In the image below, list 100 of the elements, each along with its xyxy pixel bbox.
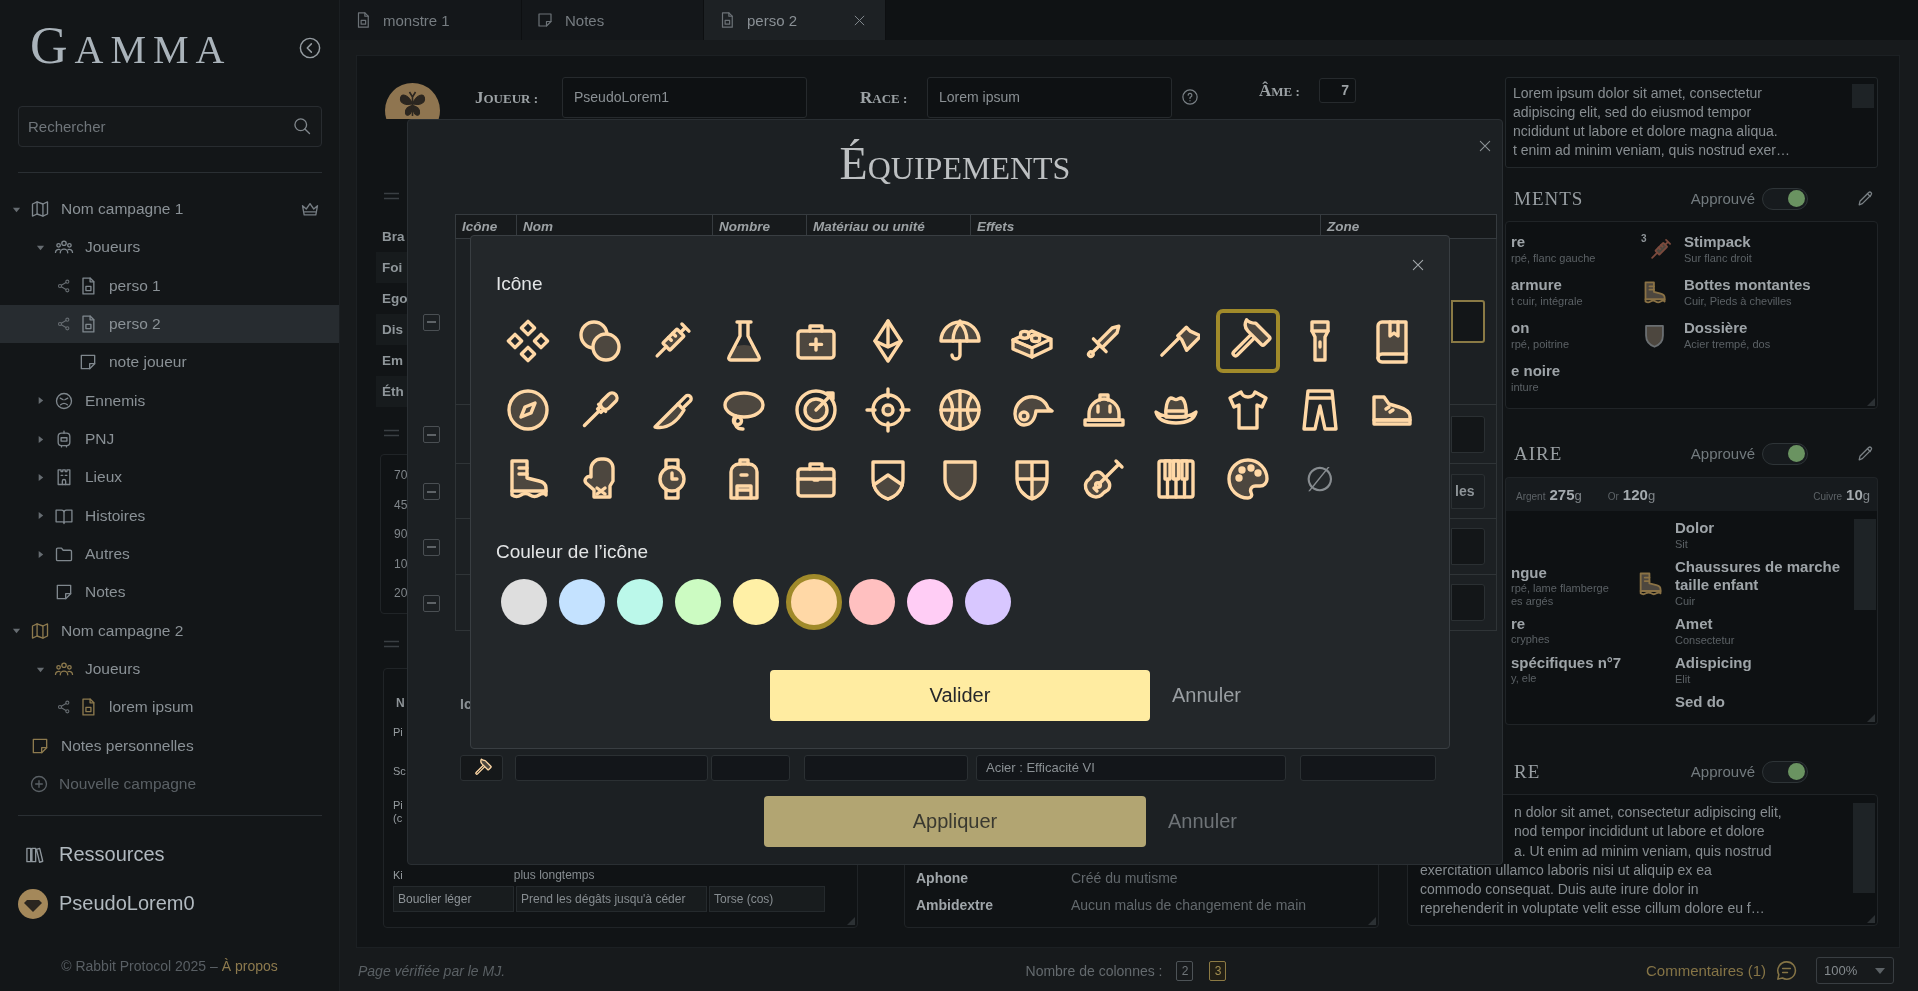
column-count-button[interactable]: 3 (1209, 960, 1227, 981)
tab[interactable]: monstre 1 (340, 0, 522, 40)
approved-toggle[interactable] (1762, 760, 1808, 783)
confirm-button[interactable]: Valider (770, 670, 1150, 721)
soul-field[interactable]: 7 (1319, 78, 1356, 103)
color-swatch[interactable] (733, 579, 779, 625)
color-swatch[interactable] (907, 579, 953, 625)
zone-field[interactable] (1451, 528, 1485, 565)
drag-handle-icon[interactable] (383, 192, 400, 200)
resize-grip-icon[interactable] (1867, 398, 1875, 406)
tree-item[interactable]: note joueur (0, 343, 339, 382)
drag-handle-icon[interactable] (383, 429, 400, 437)
drag-handle-icon[interactable] (383, 640, 400, 648)
color-swatch[interactable] (501, 579, 547, 625)
trait-effect: Aucun malus de changement de main (1071, 896, 1307, 913)
chat-bubble-icon[interactable] (1775, 959, 1798, 982)
resize-grip-icon[interactable] (1867, 915, 1875, 923)
tree-item[interactable]: Nom campagne 2 (0, 611, 339, 650)
item-detail: rpé, lame flamberge es argés (1511, 582, 1610, 607)
tree-item[interactable]: Notes (0, 573, 339, 612)
item-detail: t cuir, intégrale (1511, 294, 1584, 309)
icon-option[interactable] (792, 386, 840, 434)
collapse-sidebar-icon[interactable] (299, 37, 321, 59)
icon-option[interactable] (504, 317, 552, 365)
tree-item[interactable]: Autres (0, 534, 339, 574)
tab[interactable]: perso 2 (704, 0, 886, 40)
description-field[interactable]: Lorem ipsum dolor sit amet, consectetur adipiscing elit, sed do eiusmod tempor ncididunt ut labore et dolore magna aliqua. t enim ad minim veniam, quis nostrud exer… (1505, 77, 1878, 168)
story-text: n dolor sit amet, consectetur adipiscing elit, nod tempor incididunt ut labore et dolore a. Ut enim ad minim veniam, quis nostrud (1514, 803, 1783, 861)
tree-item[interactable]: perso 1 (0, 266, 339, 305)
minus-icon (427, 433, 436, 436)
tree-item[interactable]: Lieux (0, 458, 339, 497)
resize-grip-icon[interactable] (1867, 714, 1875, 722)
approved-toggle[interactable] (1762, 442, 1808, 465)
effects-field[interactable]: Acier : Efficacité VI (976, 755, 1286, 781)
field-label: RACE : (860, 88, 909, 108)
color-swatch[interactable] (617, 579, 663, 625)
remove-row-button[interactable] (423, 426, 440, 443)
zone-field[interactable] (1451, 300, 1485, 343)
color-swatch[interactable] (965, 579, 1011, 625)
tree-item[interactable]: perso 2 (0, 305, 339, 344)
color-swatch[interactable] (786, 574, 842, 630)
remove-row-button[interactable] (423, 313, 440, 331)
tree-item[interactable]: PNJ (0, 419, 339, 459)
icon-picker-button[interactable] (460, 755, 503, 781)
pencil-icon[interactable] (1856, 444, 1875, 463)
search-icon[interactable] (292, 116, 312, 136)
item-detail: Cuir, Pieds à chevilles (1684, 294, 1793, 309)
tree-item[interactable]: Joueurs (0, 228, 339, 267)
cancel-button[interactable]: Annuler (1172, 684, 1241, 707)
user-menu[interactable]: PseudoLorem0 (0, 881, 339, 926)
zone-field[interactable] (1451, 584, 1485, 621)
tree-item[interactable]: Joueurs (0, 649, 339, 689)
pencil-icon[interactable] (1856, 189, 1875, 208)
icon-option[interactable] (1224, 455, 1272, 503)
tree-item[interactable]: lorem ipsum (0, 688, 339, 727)
no-icon-option[interactable]: ∅ (1305, 462, 1335, 496)
icon-option[interactable] (936, 386, 984, 434)
row-action-button[interactable]: les (1451, 473, 1485, 509)
currency-amount: 120g (1622, 486, 1656, 503)
close-icon[interactable] (1477, 138, 1493, 154)
cancel-button[interactable]: Annuler (1168, 810, 1237, 833)
tree-item[interactable]: Notes personnelles (0, 726, 339, 765)
item-count: 3 (1641, 233, 1647, 245)
caret-down-icon[interactable] (35, 243, 45, 252)
zone-field[interactable] (1300, 755, 1436, 781)
zone-field[interactable] (1451, 415, 1485, 453)
column-count-button[interactable]: 2 (1176, 960, 1194, 981)
caret-down-icon[interactable] (11, 626, 21, 636)
search-field[interactable]: Rechercher (18, 106, 322, 147)
tree-item[interactable]: Nom campagne 1 (0, 190, 339, 229)
color-swatch[interactable] (675, 579, 721, 625)
remove-row-button[interactable] (423, 483, 440, 500)
material-field[interactable] (804, 755, 968, 781)
tree-item[interactable]: Ennemis (0, 381, 339, 420)
icon-option[interactable] (1216, 309, 1280, 373)
icon-option[interactable] (576, 317, 624, 365)
color-swatch[interactable] (849, 579, 895, 625)
remove-row-button[interactable] (423, 594, 440, 612)
color-swatch[interactable] (559, 579, 605, 625)
name-field[interactable] (515, 755, 708, 781)
tree-item[interactable]: Histoires (0, 496, 339, 535)
help-icon[interactable] (1181, 88, 1199, 106)
close-icon[interactable] (1410, 257, 1426, 273)
item-name: Chaussures de marche taille enfant (1675, 558, 1842, 594)
icon-option[interactable] (504, 386, 552, 434)
tab[interactable]: Notes (522, 0, 704, 40)
remove-row-button[interactable] (423, 538, 440, 556)
apply-button[interactable]: Appliquer (764, 796, 1146, 847)
trait-name: Ambidextre (916, 896, 995, 913)
race-field[interactable]: Lorem ipsum (927, 77, 1172, 118)
resources-link[interactable]: Ressources (0, 832, 339, 877)
about-link[interactable]: À propos (221, 958, 278, 974)
player-field[interactable]: PseudoLorem1 (562, 77, 807, 118)
item-name: on (1511, 319, 1531, 337)
resize-grip-icon[interactable] (847, 917, 855, 925)
approved-toggle[interactable] (1762, 187, 1808, 210)
quantity-field[interactable] (711, 755, 790, 781)
comments-link[interactable]: Commentaires (1) (1645, 962, 1766, 979)
zoom-select[interactable]: 100% (1816, 957, 1894, 984)
resize-grip-icon[interactable] (1368, 917, 1376, 925)
